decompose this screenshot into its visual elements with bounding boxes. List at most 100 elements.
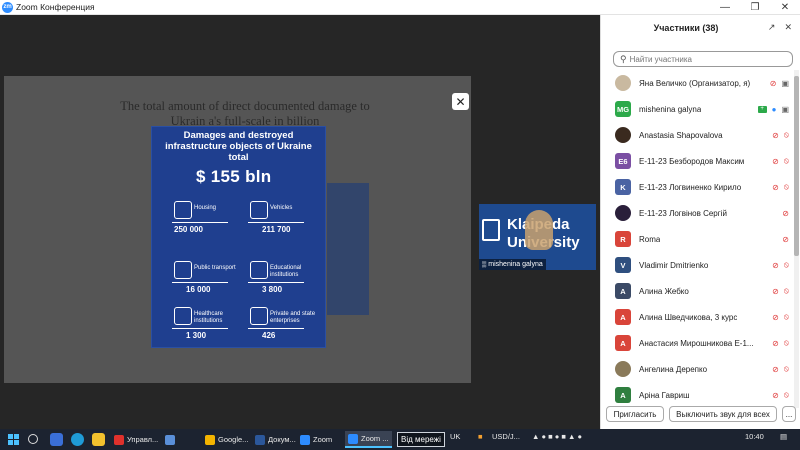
edge-icon[interactable] — [71, 433, 84, 446]
taskbar-app[interactable]: Google... — [202, 431, 251, 448]
tray-icons[interactable]: ▲ ● ■ ● ■ ▲ ● — [532, 432, 582, 441]
ticker-widget[interactable]: USD/J... — [492, 432, 520, 441]
search-taskbar-icon[interactable] — [28, 434, 38, 444]
close-image-button[interactable]: ✕ — [452, 93, 469, 110]
search-input[interactable] — [629, 54, 780, 64]
microphone-muted-icon[interactable]: ⊘ — [772, 365, 779, 374]
stat-value: 3 800 — [262, 285, 283, 294]
app-icon — [114, 434, 124, 445]
participant-row[interactable]: A Алина Жебко ⊘ ⦸ — [601, 278, 793, 304]
camera-off-icon[interactable]: ⦸ — [784, 182, 789, 192]
participant-row[interactable]: Е6 E-11-23 Безбородов Максим ⊘ ⦸ — [601, 148, 793, 174]
participant-name: Roma — [639, 234, 661, 244]
taskbar-app[interactable]: Докум... — [252, 431, 299, 448]
microphone-muted-icon[interactable]: ⊘ — [782, 235, 789, 244]
close-panel-icon[interactable]: ✕ — [784, 22, 792, 33]
more-button[interactable]: ... — [782, 406, 796, 422]
participant-row[interactable]: Яна Величко (Организатор, я) ⊘ ▣ — [601, 70, 793, 96]
file-explorer-icon[interactable] — [92, 433, 105, 446]
participant-row[interactable]: E-11-23 Логвінов Сергій ⊘ — [601, 200, 793, 226]
camera-off-icon[interactable]: ⦸ — [784, 130, 789, 140]
participant-video-face — [525, 210, 553, 250]
house-icon — [174, 201, 192, 219]
microphone-muted-icon[interactable]: ⊘ — [772, 157, 779, 166]
university-logo-icon — [482, 219, 500, 241]
windows-start-icon[interactable] — [8, 434, 19, 445]
participant-row[interactable]: K E-11-23 Логвиненко Кирило ⊘ ⦸ — [601, 174, 793, 200]
tray-app-icon[interactable]: ■ — [478, 432, 483, 441]
participant-row[interactable]: Anastasia Shapovalova ⊘ ⦸ — [601, 122, 793, 148]
microphone-muted-icon[interactable]: ⊘ — [772, 339, 779, 348]
infographic-total: $ 155 bln — [196, 167, 272, 186]
participant-name: Яна Величко (Организатор, я) — [639, 78, 751, 88]
participant-row[interactable]: A Алина Шведчикова, 3 курс ⊘ ⦸ — [601, 304, 793, 330]
app-icon — [348, 433, 358, 444]
camera-off-icon[interactable]: ⦸ — [784, 364, 789, 374]
participant-name: Алина Шведчикова, 3 курс — [639, 312, 738, 322]
restore-button[interactable]: ❐ — [740, 0, 770, 15]
microphone-muted-icon[interactable]: ⊘ — [770, 79, 777, 88]
task-view-icon[interactable] — [50, 433, 63, 446]
taskbar-app-label: Zoom — [313, 435, 333, 444]
microphone-muted-icon[interactable]: ⊘ — [772, 183, 779, 192]
camera-off-icon[interactable]: ⦸ — [784, 286, 789, 296]
zoom-logo-icon: zm — [2, 1, 13, 13]
stat-label: Vehicles — [270, 205, 293, 211]
heart-pulse-icon — [174, 307, 192, 325]
avatar: Е6 — [615, 153, 631, 169]
participant-row[interactable]: V Vladimir Dmitrienko ⊘ ⦸ — [601, 252, 793, 278]
slide-text: The total amount of direct documented da… — [120, 99, 370, 128]
participant-scrollbar[interactable] — [794, 70, 799, 408]
invite-button[interactable]: Пригласить — [606, 406, 664, 422]
microphone-muted-icon[interactable]: ⊘ — [772, 391, 779, 400]
camera-off-icon[interactable]: ⦸ — [784, 312, 789, 322]
stat-value: 211 700 — [262, 225, 291, 234]
microphone-muted-icon[interactable]: ⊘ — [772, 261, 779, 270]
taskbar-app[interactable] — [162, 431, 181, 448]
stat-vehicles: Vehicles 211 700 — [248, 201, 318, 245]
participant-row[interactable]: A Аріна Гавриш ⊘ ⦸ — [601, 382, 793, 408]
camera-icon[interactable]: ▣ — [781, 105, 789, 114]
taskbar-app[interactable]: Zoom — [297, 431, 335, 448]
microphone-muted-icon[interactable]: ⊘ — [772, 287, 779, 296]
participant-row[interactable]: R Roma ⊘ — [601, 226, 793, 252]
school-icon — [250, 261, 268, 279]
participant-row[interactable]: Ангелина Дерепко ⊘ ⦸ — [601, 356, 793, 382]
participant-name: Ангелина Дерепко — [639, 364, 708, 374]
avatar — [615, 361, 631, 377]
language-indicator[interactable]: UK — [450, 432, 460, 441]
mute-all-button[interactable]: Выключить звук для всех — [669, 406, 777, 422]
taskbar-app[interactable]: Управл... — [111, 431, 161, 448]
avatar: A — [615, 387, 631, 403]
minimize-button[interactable]: — — [710, 0, 740, 15]
network-status[interactable]: Від мережі — [397, 432, 445, 447]
close-window-button[interactable]: ✕ — [770, 0, 800, 15]
microphone-muted-icon[interactable]: ⊘ — [772, 131, 779, 140]
participant-search[interactable]: ⚲ — [613, 51, 793, 67]
camera-icon[interactable]: ▣ — [781, 79, 789, 88]
window-controls: — ❐ ✕ — [710, 0, 800, 15]
panel-footer: Пригласить Выключить звук для всех ... — [601, 406, 800, 428]
camera-off-icon[interactable]: ⦸ — [784, 390, 789, 400]
participant-name: Vladimir Dmitrienko — [639, 260, 709, 270]
clock[interactable]: 10:40 — [745, 432, 764, 441]
popout-icon[interactable]: ↗ — [768, 22, 776, 33]
microphone-muted-icon[interactable]: ⊘ — [772, 313, 779, 322]
video-tile[interactable]: Klaipeda University ▒ mishenina galyna — [479, 204, 596, 270]
notifications-icon[interactable]: ▤ — [780, 432, 787, 441]
avatar — [615, 127, 631, 143]
stat-public-transport: Public transport 16 000 — [172, 261, 242, 305]
participant-name: Алина Жебко — [639, 286, 689, 296]
camera-off-icon[interactable]: ⦸ — [784, 260, 789, 270]
microphone-muted-icon[interactable]: ⊘ — [782, 209, 789, 218]
participant-name: E-11-23 Логвінов Сергій — [639, 208, 727, 218]
microphone-icon[interactable]: ● — [772, 105, 777, 114]
camera-off-icon[interactable]: ⦸ — [784, 156, 789, 166]
participant-row[interactable]: A Анастасия Мирошникова Е-1... ⊘ ⦸ — [601, 330, 793, 356]
stat-value: 250 000 — [174, 225, 203, 234]
camera-off-icon[interactable]: ⦸ — [784, 338, 789, 348]
zoom-window: zm Zoom Конференция — ❐ ✕ The total amou… — [0, 0, 800, 450]
stat-label: Private and state enterprises — [270, 311, 316, 324]
participant-row[interactable]: MG mishenina galyna + ● ▣ — [601, 96, 793, 122]
taskbar-app[interactable]: Zoom ... — [345, 431, 392, 448]
